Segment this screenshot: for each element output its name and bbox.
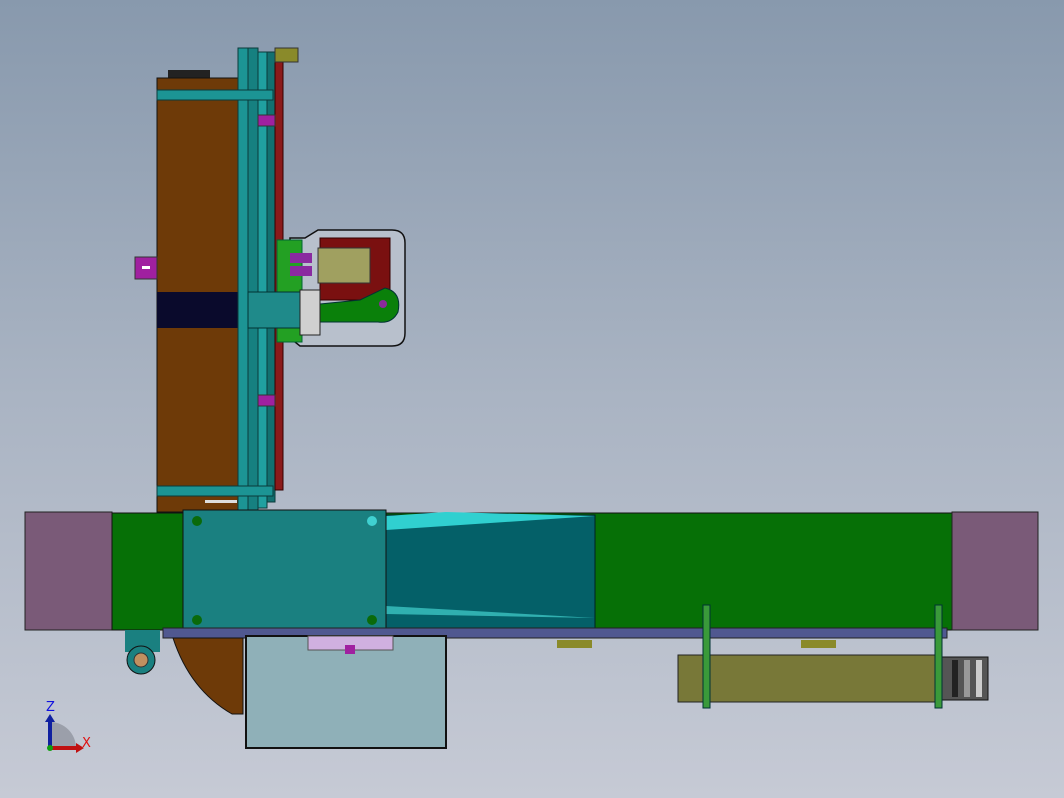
plate-bolt xyxy=(367,615,377,625)
gripper-pad xyxy=(317,247,371,284)
top-crossbar xyxy=(156,89,274,101)
rail-2 xyxy=(247,47,259,511)
carriage-plate xyxy=(182,509,387,633)
actuator-2 xyxy=(290,266,312,276)
bracket-right xyxy=(934,604,943,709)
rail-1 xyxy=(237,47,249,511)
column-dark-band xyxy=(157,292,249,328)
plate-bolt xyxy=(192,516,202,526)
motor-end-fin xyxy=(976,660,982,697)
clamp-upper xyxy=(257,114,276,127)
plate-bolt xyxy=(367,516,377,526)
bracket-left xyxy=(702,604,711,709)
roller-hub xyxy=(133,652,149,668)
arm-pivot xyxy=(379,300,387,308)
gear xyxy=(299,289,321,336)
motor-end-fin xyxy=(952,660,958,697)
end-cap-right xyxy=(951,511,1039,631)
cylinder xyxy=(247,291,301,329)
z-axis-head xyxy=(45,714,55,722)
pad xyxy=(801,640,836,648)
top-olive-block xyxy=(274,47,299,63)
z-axis-label: Z xyxy=(46,700,55,715)
column-top-cap xyxy=(168,70,210,78)
side-block-slot xyxy=(142,266,150,269)
bottom-slot xyxy=(205,500,237,503)
x-axis-label: X xyxy=(82,736,91,751)
bottom-crossbar xyxy=(156,485,274,497)
lower-box-tab xyxy=(345,645,355,654)
clamp-lower xyxy=(257,394,276,407)
motor-body xyxy=(677,654,943,703)
horizontal-beam xyxy=(24,509,1039,648)
plate-bolt xyxy=(192,615,202,625)
motor-end-fin xyxy=(964,660,970,697)
cad-viewport[interactable]: Z X xyxy=(0,0,1064,798)
actuator-1 xyxy=(290,253,312,263)
triad-arc xyxy=(50,722,76,748)
axis-triad: Z X xyxy=(45,700,91,753)
vertical-column xyxy=(134,70,249,513)
pad xyxy=(557,640,592,648)
end-cap-left xyxy=(24,511,113,631)
brown-arc xyxy=(172,637,244,715)
y-axis-dot xyxy=(47,745,53,751)
